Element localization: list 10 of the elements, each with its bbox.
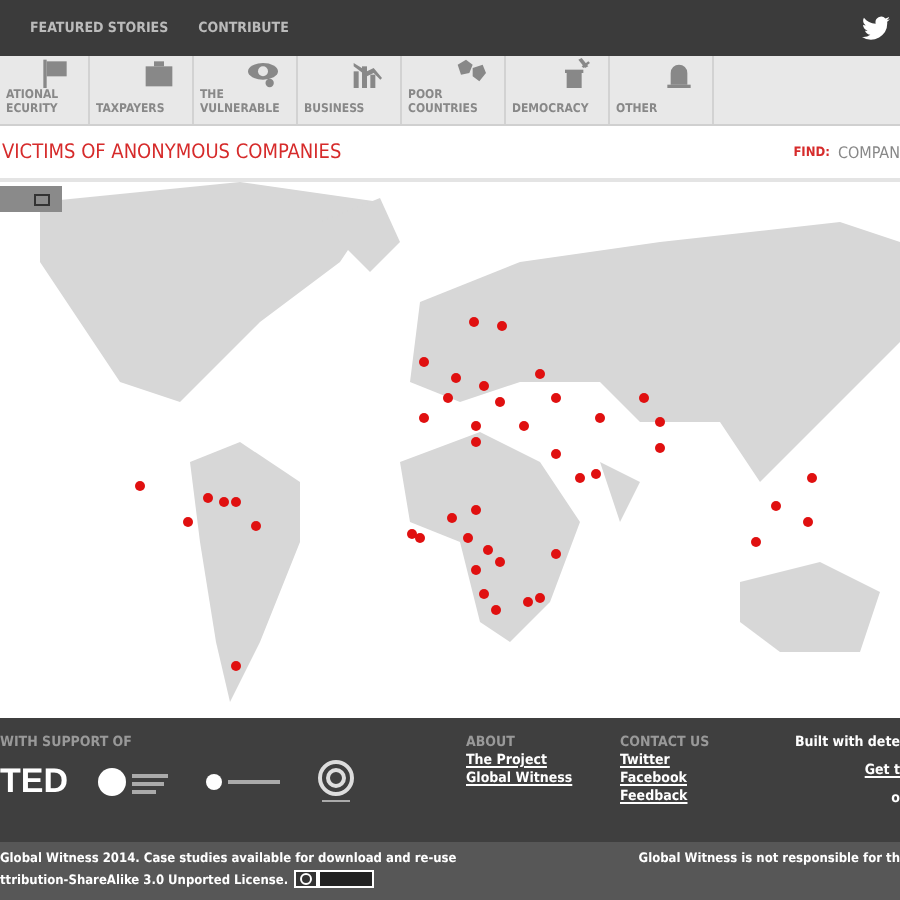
page-title: VICTIMS OF ANONYMOUS COMPANIES	[2, 141, 342, 163]
chart-icon	[350, 58, 384, 88]
circle-logo-icon	[204, 770, 284, 794]
fullscreen-button[interactable]	[0, 186, 62, 212]
cc-license-badge-icon[interactable]	[294, 870, 375, 888]
twitter-bird-icon[interactable]	[862, 16, 890, 40]
case-icon	[142, 58, 176, 88]
flag-icon	[38, 58, 72, 88]
ted-logo: TED	[0, 762, 68, 802]
find-field[interactable]: COMPAN	[837, 143, 900, 161]
